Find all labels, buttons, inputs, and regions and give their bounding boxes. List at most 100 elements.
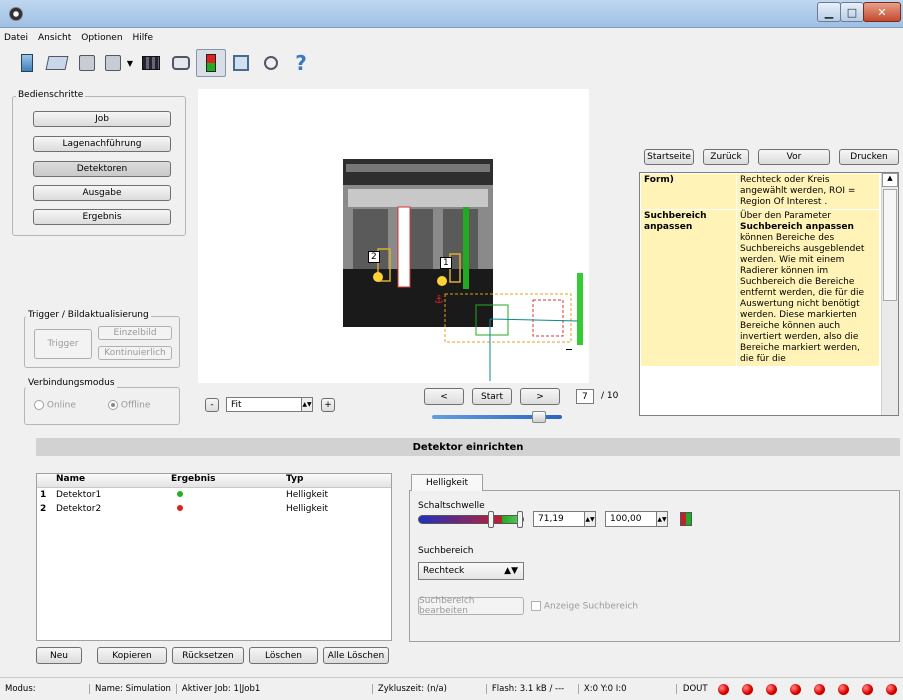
step-job-button[interactable]: Job — [33, 111, 171, 127]
app-icon — [9, 7, 23, 21]
zoom-in-button[interactable]: + — [321, 398, 335, 412]
trigger-button[interactable]: Trigger — [34, 329, 92, 359]
status-bar: Modus: Name: Simulation Aktiver Job: 1|J… — [0, 677, 903, 700]
tab-icon — [233, 55, 249, 71]
maximize-button[interactable]: □ — [840, 2, 864, 22]
image-index-field[interactable]: 7 — [576, 389, 594, 404]
threshold-min-spinner[interactable]: ▲▼ — [584, 511, 596, 527]
image-slider-thumb[interactable] — [532, 411, 546, 423]
anchor-icon: ⚓ — [434, 293, 444, 306]
led-icon — [861, 683, 873, 695]
new-button[interactable] — [12, 49, 42, 77]
header-name[interactable]: Name — [54, 474, 169, 487]
status-active-job: Aktiver Job: 1|Job1 — [177, 684, 373, 694]
threshold-label: Schaltschwelle — [418, 501, 485, 511]
tab-helligkeit[interactable]: Helligkeit — [411, 474, 483, 491]
camera-icon — [172, 56, 190, 70]
search-shape-value: Rechteck — [423, 566, 465, 576]
trigger-title: Trigger / Bildaktualisierung — [26, 310, 151, 320]
help-text-b: Suchbereich anpassen — [740, 222, 854, 232]
threshold-low-handle[interactable] — [488, 511, 494, 528]
film-button[interactable] — [136, 49, 166, 77]
camera-image-panel[interactable] — [198, 89, 589, 383]
detector-list[interactable]: Name Ergebnis Typ 1 Detektor1 Helligkeit… — [36, 473, 392, 641]
save-icon — [79, 55, 95, 71]
mark-line — [566, 349, 572, 350]
step-ausgabe-button[interactable]: Ausgabe — [33, 185, 171, 201]
minimize-button[interactable]: ▁ — [817, 2, 841, 22]
online-radio[interactable]: Online — [34, 400, 76, 411]
led-icon — [741, 683, 753, 695]
camera-button[interactable] — [166, 49, 196, 77]
copy-detector-button[interactable]: Kopieren — [97, 647, 167, 664]
sensor-button[interactable] — [196, 49, 226, 77]
search-area-label: Suchbereich — [418, 546, 474, 556]
step-detektoren-button[interactable]: Detektoren — [33, 161, 171, 177]
help-home-button[interactable]: Startseite — [644, 149, 694, 165]
help-scrollbar[interactable]: ▲ — [881, 173, 898, 415]
status-mode: Modus: — [0, 684, 90, 694]
scroll-up-icon[interactable]: ▲ — [882, 173, 898, 187]
title-bar — [0, 0, 903, 28]
help-back-button[interactable]: Zurück — [703, 149, 749, 165]
delete-all-button[interactable]: Alle Löschen — [323, 647, 389, 664]
reset-detector-button[interactable]: Rücksetzen — [172, 647, 244, 664]
step-lagenachfuehrung-button[interactable]: Lagenachführung — [33, 136, 171, 152]
sensor-flag-icon — [206, 54, 216, 72]
zoom-select[interactable]: Fit — [226, 397, 302, 412]
prev-image-button[interactable]: < — [424, 388, 464, 405]
table-row[interactable]: 1 Detektor1 Helligkeit — [37, 488, 391, 502]
help-text-a: Über den Parameter — [740, 211, 832, 221]
status-flash: Flash: 3.1 kB / --- — [487, 684, 579, 694]
help-print-button[interactable]: Drucken — [839, 149, 899, 165]
threshold-max-spinner[interactable]: ▲▼ — [656, 511, 668, 527]
save-dropdown[interactable]: ▼ — [124, 49, 136, 77]
result-ok-icon — [177, 491, 183, 497]
close-icon: ✕ — [877, 5, 887, 19]
save-as-button[interactable] — [102, 49, 124, 77]
save-button[interactable] — [72, 49, 102, 77]
help-scroll-thumb[interactable] — [883, 189, 897, 301]
help-forward-button[interactable]: Vor — [758, 149, 830, 165]
menu-datei[interactable]: Datei — [4, 33, 28, 43]
threshold-min-field[interactable]: 71,19 — [533, 511, 585, 527]
zoom-out-button[interactable]: - — [205, 398, 219, 412]
delete-detector-button[interactable]: Löschen — [249, 647, 318, 664]
help-icon: ? — [295, 51, 307, 75]
single-image-button[interactable]: Einzelbild — [98, 326, 172, 340]
continuous-button[interactable]: Kontinuierlich — [98, 346, 172, 360]
threshold-slider[interactable] — [418, 515, 524, 524]
header-type[interactable]: Typ — [284, 474, 384, 487]
edit-search-area-button[interactable]: Suchbereich bearbeiten — [418, 596, 524, 616]
led-icon — [813, 683, 825, 695]
section-title: Detektor einrichten — [36, 438, 900, 456]
step-ergebnis-button[interactable]: Ergebnis — [33, 209, 171, 225]
menu-hilfe[interactable]: Hilfe — [133, 33, 153, 43]
film-icon — [142, 56, 160, 70]
open-button[interactable] — [42, 49, 72, 77]
menu-bar: Datei Ansicht Optionen Hilfe — [0, 30, 903, 46]
led-icon — [837, 683, 849, 695]
search-shape-select[interactable]: Rechteck ▲▼ — [418, 562, 524, 580]
menu-ansicht[interactable]: Ansicht — [38, 33, 71, 43]
status-cycle-time: Zykluszeit: (n/a) — [373, 684, 487, 694]
show-search-area-checkbox[interactable]: Anzeige Suchbereich — [531, 601, 638, 612]
next-image-button[interactable]: > — [520, 388, 560, 405]
start-button[interactable]: Start — [472, 388, 512, 405]
tab-button[interactable] — [226, 49, 256, 77]
table-row[interactable]: 2 Detektor2 Helligkeit — [37, 502, 391, 516]
steps-title: Bedienschritte — [16, 90, 86, 100]
header-result[interactable]: Ergebnis — [169, 474, 284, 487]
threshold-high-handle[interactable] — [517, 511, 523, 528]
close-button[interactable]: ✕ — [863, 2, 901, 22]
threshold-max-field[interactable]: 100,00 — [605, 511, 657, 527]
online-radio-icon — [34, 400, 44, 410]
zoom-spinner[interactable]: ▲▼ — [301, 397, 313, 412]
menu-optionen[interactable]: Optionen — [81, 33, 122, 43]
new-detector-button[interactable]: Neu — [36, 647, 82, 664]
offline-radio[interactable]: Offline — [108, 400, 150, 411]
online-label: Online — [46, 400, 76, 411]
image-total: / 10 — [601, 391, 619, 401]
help-button[interactable]: ? — [286, 49, 316, 77]
zoom-button[interactable] — [256, 49, 286, 77]
